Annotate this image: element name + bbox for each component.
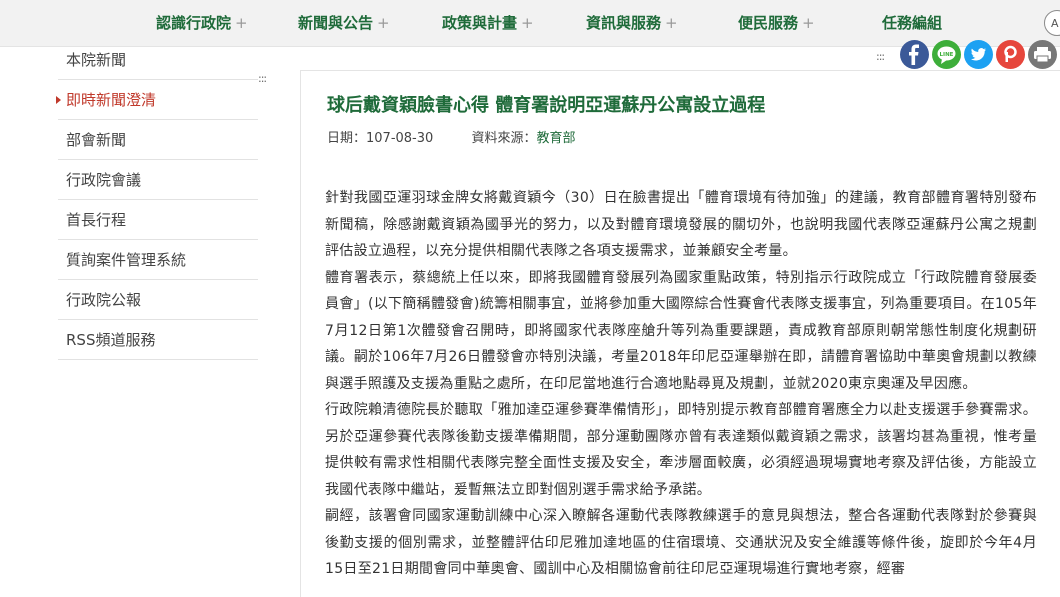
- nav-item-public-services[interactable]: 便民服務 +: [738, 12, 815, 33]
- article-date: 107-08-30: [366, 131, 434, 146]
- expand-plus-icon: +: [665, 14, 678, 32]
- source-label: 資料來源：: [471, 131, 537, 146]
- expand-plus-icon: +: [521, 14, 534, 32]
- sidebar-item-ministry-news[interactable]: 部會新聞: [58, 120, 258, 160]
- accesskey-anchor-right[interactable]: :::: [876, 50, 885, 63]
- article-paragraph: 針對我國亞運羽球金牌女將戴資穎今（30）日在臉書提出「體育環境有待加強」的建議，…: [325, 190, 1037, 259]
- font-size-button[interactable]: A: [1044, 10, 1060, 36]
- sidebar-item-rss[interactable]: RSS頻道服務: [58, 320, 258, 360]
- print-icon[interactable]: [1028, 40, 1057, 69]
- article-paragraph: 行政院賴清德院長於聽取「雅加達亞運參賽準備情形」，即特別提示教育部體育署應全力以…: [325, 402, 1037, 498]
- article-paragraph: 體育署表示，蔡總統上任以來，即將我國體育發展列為國家重點政策，特別指示行政院成立…: [325, 269, 1037, 392]
- plurk-icon[interactable]: [996, 40, 1025, 69]
- article-paragraph: 嗣經，該署會同國家運動訓練中心深入瞭解各運動代表隊教練選手的意見與想法，整合各運…: [325, 508, 1037, 577]
- nav-item-info-services[interactable]: 資訊與服務 +: [586, 12, 678, 33]
- facebook-icon[interactable]: [900, 40, 929, 69]
- nav-item-task-force[interactable]: 任務編組: [882, 12, 942, 33]
- nav-item-news[interactable]: 新聞與公告 +: [298, 12, 390, 33]
- article-title: 球后戴資穎臉書心得 體育署說明亞運蘇丹公寓設立過程: [327, 95, 766, 116]
- sidebar-menu: 本院新聞 即時新聞澄清 部會新聞 行政院會議 首長行程 質詢案件管理系統 行政院…: [56, 40, 258, 360]
- nav-item-about[interactable]: 認識行政院 +: [156, 12, 248, 33]
- line-icon[interactable]: LINE: [932, 40, 961, 69]
- sidebar-item-executive-yuan-news[interactable]: 本院新聞: [58, 40, 258, 80]
- date-label: 日期：: [327, 131, 367, 146]
- expand-plus-icon: +: [235, 14, 248, 32]
- expand-plus-icon: +: [802, 14, 815, 32]
- twitter-icon[interactable]: [964, 40, 993, 69]
- sidebar-item-cabinet-meeting[interactable]: 行政院會議: [58, 160, 258, 200]
- article-meta: 日期：107-08-30 資料來源：教育部: [327, 127, 575, 146]
- article-body: 針對我國亞運羽球金牌女將戴資穎今（30）日在臉書提出「體育環境有待加強」的建議，…: [325, 185, 1037, 583]
- nav-item-policy[interactable]: 政策與計畫 +: [442, 12, 534, 33]
- sidebar-item-news-clarification[interactable]: 即時新聞澄清: [56, 80, 258, 120]
- line-icon-label: LINE: [940, 52, 954, 58]
- sidebar-item-interpellation-system[interactable]: 質詢案件管理系統: [58, 240, 258, 280]
- sidebar-item-premier-schedule[interactable]: 首長行程: [58, 200, 258, 240]
- accesskey-anchor-left[interactable]: :::: [258, 72, 267, 85]
- active-arrow-icon: [56, 96, 61, 104]
- sidebar-item-gazette[interactable]: 行政院公報: [58, 280, 258, 320]
- article-content: 球后戴資穎臉書心得 體育署說明亞運蘇丹公寓設立過程 日期：107-08-30 資…: [300, 70, 1060, 597]
- expand-plus-icon: +: [377, 14, 390, 32]
- source-link[interactable]: 教育部: [536, 131, 575, 146]
